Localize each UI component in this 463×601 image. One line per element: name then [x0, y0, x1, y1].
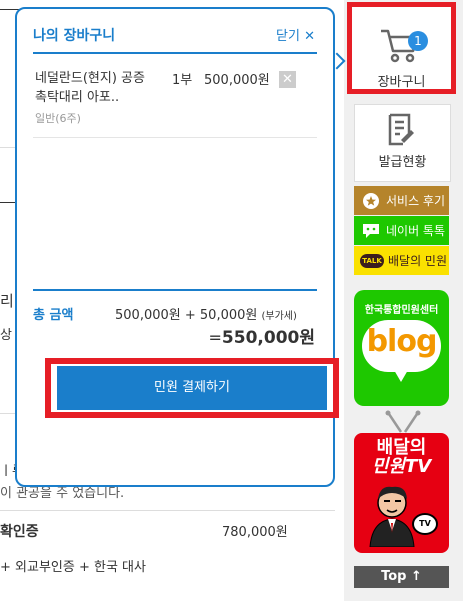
subtotal: 500,000원 [115, 308, 181, 323]
vat-amount: 50,000원 [199, 308, 258, 323]
grand-total-value: 550,000원 [221, 328, 315, 348]
divider [33, 289, 317, 291]
row-desc: + 외교부인증 + 한국 대사 [0, 560, 146, 575]
tv-title-line1: 배달의 [376, 437, 427, 458]
issue-status-label: 발급현황 [378, 155, 427, 170]
cart-label: 장바구니 [377, 75, 426, 90]
kakao-talk-label: 배달의 민원 [388, 254, 448, 268]
service-review-button[interactable]: 서비스 후기 [354, 186, 449, 215]
divider [33, 137, 317, 138]
close-button[interactable]: 닫기 ✕ [276, 25, 315, 44]
bubble-tail-icon [394, 370, 408, 382]
bg-text: 상 [0, 328, 12, 343]
star-icon [362, 192, 380, 210]
cart-popup-title: 나의 장바구니 [33, 28, 116, 44]
cart-popup: 나의 장바구니 닫기 ✕ 네덜란드(현지) 공증촉탁대리 아포.. 일반(6주)… [15, 7, 339, 487]
blog-button[interactable]: 한국통합민원센터 blog [354, 290, 449, 406]
issue-status-button[interactable]: 발급현황 [354, 104, 451, 182]
cart-item-price: 500,000원 [204, 73, 270, 88]
blog-word: blog [366, 324, 438, 359]
close-icon: ✕ [282, 72, 293, 87]
plus-sign: + [184, 308, 196, 323]
cart-item-type: 일반(6주) [35, 112, 81, 125]
tv-title: 배달의 민원TV [354, 438, 449, 476]
equals-sign: = [208, 328, 222, 347]
total-label: 총 금액 [33, 308, 74, 323]
scroll-top-button[interactable]: Top ↑ [354, 566, 449, 588]
kakao-icon-text: TALK [360, 253, 384, 268]
tv-title-line2: 민원TV [371, 456, 432, 477]
naver-talk-label: 네이버 톡톡 [386, 224, 446, 238]
grand-total: =550,000원 [209, 323, 315, 348]
pay-button[interactable]: 민원 결제하기 [57, 366, 327, 410]
divider [33, 52, 317, 54]
cart-item-quantity: 1부 [172, 73, 193, 88]
row-price: 780,000원 [222, 525, 288, 540]
tv-antenna-icon [385, 410, 421, 433]
row-label: 확인증 [0, 524, 39, 540]
blog-center-name: 한국통합민원센터 [364, 305, 439, 316]
naver-talk-button[interactable]: 네이버 톡톡 [354, 216, 449, 245]
cart-button[interactable]: 1 장바구니 [347, 2, 456, 94]
document-icon [388, 113, 414, 146]
delete-item-button[interactable]: ✕ [279, 71, 296, 88]
minwon-tv-button[interactable]: 배달의 민원TV TV [354, 433, 449, 553]
cart-count-badge: 1 [408, 31, 428, 51]
kakao-talk-button[interactable]: TALK 배달의 민원 [354, 246, 449, 275]
cart-item-name: 네덜란드(현지) 공증촉탁대리 아포.. [35, 71, 145, 105]
bg-text: 리 [0, 292, 14, 310]
total-breakdown: 500,000원 + 50,000원 (부가세) [115, 304, 297, 323]
service-review-label: 서비스 후기 [386, 194, 446, 208]
tv-badge: TV [412, 513, 438, 535]
chat-icon [362, 222, 380, 240]
divider [0, 510, 335, 511]
vat-label: (부가세) [261, 311, 297, 322]
kakao-talk-icon: TALK [360, 252, 384, 270]
